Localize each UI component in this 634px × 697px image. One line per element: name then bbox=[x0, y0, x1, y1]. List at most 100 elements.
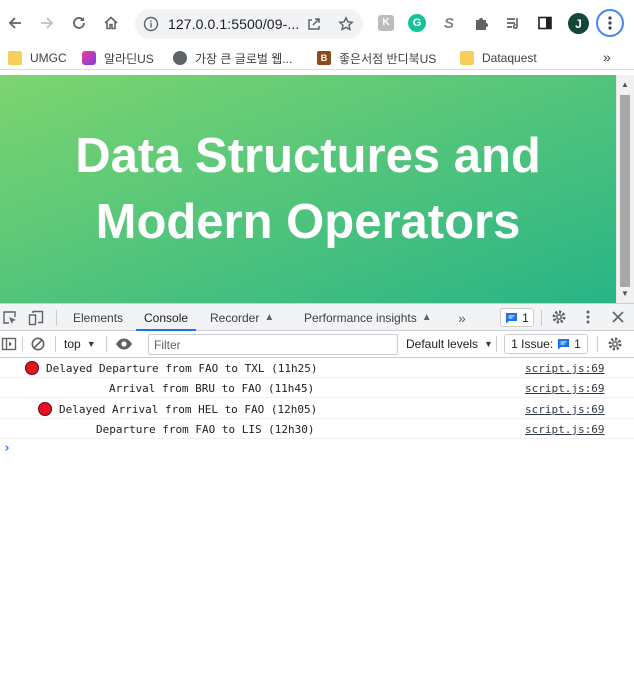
bookmark-label: UMGC bbox=[30, 51, 67, 65]
browser-menu-button[interactable] bbox=[596, 9, 624, 37]
log-source-link[interactable]: script.js:69 bbox=[525, 362, 604, 375]
tab-recorder[interactable]: Recorder ▲ bbox=[210, 304, 274, 331]
folder-icon bbox=[8, 51, 22, 65]
scroll-down-icon[interactable]: ▼ bbox=[620, 289, 630, 299]
tab-performance-label: Performance insights bbox=[304, 310, 417, 325]
reload-button[interactable] bbox=[65, 9, 93, 37]
divider bbox=[496, 336, 497, 352]
heading-line-2: Modern Operators bbox=[95, 195, 521, 249]
more-tabs-chevron-icon[interactable]: » bbox=[458, 304, 466, 331]
log-message: Arrival from BRU to FAO (11h45) bbox=[109, 382, 315, 395]
bookmark-global-web[interactable]: 가장 큰 글로벌 웹... bbox=[173, 49, 292, 67]
log-message: Delayed Arrival from HEL to FAO (12h05) bbox=[59, 403, 318, 416]
red-circle-icon bbox=[25, 361, 39, 375]
devtools-tab-bar: Elements Console Recorder ▲ Performance … bbox=[0, 303, 634, 331]
back-arrow-icon bbox=[8, 17, 21, 29]
issue-message-icon bbox=[558, 339, 570, 350]
console-settings-gear-icon[interactable] bbox=[607, 336, 623, 355]
side-panel-icon[interactable] bbox=[535, 13, 555, 33]
console-sidebar-toggle-icon[interactable] bbox=[1, 336, 17, 355]
back-button[interactable] bbox=[1, 9, 29, 37]
device-toolbar-icon[interactable] bbox=[28, 310, 44, 329]
tab-console[interactable]: Console bbox=[135, 304, 197, 331]
context-label: top bbox=[64, 337, 81, 351]
page-scrollbar-thumb[interactable] bbox=[620, 95, 630, 287]
puzzle-icon[interactable] bbox=[471, 13, 491, 33]
experiment-flask-icon: ▲ bbox=[421, 312, 432, 323]
dropdown-caret-icon: ▼ bbox=[484, 339, 493, 349]
bandi-icon: B bbox=[317, 51, 331, 65]
forward-arrow-icon bbox=[41, 17, 54, 29]
heading-line-1: Data Structures and bbox=[75, 129, 541, 183]
console-log-row[interactable]: Delayed Departure from FAO to TXL (11h25… bbox=[0, 358, 634, 378]
bookmark-aladin[interactable]: 알라딘US bbox=[82, 49, 154, 67]
forward-button[interactable] bbox=[33, 9, 61, 37]
message-count: 1 bbox=[522, 310, 529, 325]
message-icon bbox=[506, 312, 518, 323]
log-source-link[interactable]: script.js:69 bbox=[525, 423, 604, 436]
home-icon bbox=[104, 16, 118, 30]
devtools-close-icon[interactable] bbox=[611, 310, 625, 327]
site-info-icon[interactable] bbox=[143, 16, 159, 32]
page-viewport: Data Structures and Modern Operators ▲ ▼ bbox=[0, 75, 634, 303]
console-log-row[interactable]: Delayed Arrival from HEL to FAO (12h05) … bbox=[0, 399, 634, 419]
log-levels-label: Default levels bbox=[406, 337, 479, 351]
dropdown-caret-icon: ▼ bbox=[86, 339, 96, 349]
tab-performance-insights[interactable]: Performance insights ▲ bbox=[304, 304, 432, 331]
experiment-flask-icon: ▲ bbox=[264, 312, 275, 323]
bookmarks-overflow-icon[interactable]: » bbox=[603, 49, 611, 65]
divider bbox=[541, 310, 542, 326]
address-bar[interactable]: 127.0.0.1:5500/09-... bbox=[135, 9, 363, 39]
s-extension-icon[interactable]: S bbox=[439, 13, 459, 33]
scroll-up-icon[interactable]: ▲ bbox=[620, 80, 630, 90]
issues-label: 1 Issue: bbox=[511, 337, 554, 351]
clear-console-icon[interactable] bbox=[30, 336, 46, 355]
bookmark-label: 좋은서점 반디북US bbox=[339, 51, 437, 66]
bookmark-label: Dataquest bbox=[482, 51, 537, 65]
log-levels-dropdown[interactable]: Default levels ▼ bbox=[406, 337, 493, 351]
devtools-settings-gear-icon[interactable] bbox=[551, 309, 567, 328]
context-selector[interactable]: top ▼ bbox=[64, 337, 96, 351]
bookmarks-bar: UMGC 알라딘US 가장 큰 글로벌 웹... B 좋은서점 반디북US Da… bbox=[0, 46, 634, 70]
issues-badge[interactable]: 1 Issue: 1 bbox=[504, 334, 588, 354]
bookmark-label: 가장 큰 글로벌 웹... bbox=[195, 51, 293, 66]
bookmark-bandi[interactable]: B 좋은서점 반디북US bbox=[317, 49, 436, 67]
inspect-element-icon[interactable] bbox=[2, 310, 18, 329]
messages-badge[interactable]: 1 bbox=[500, 308, 534, 327]
globe-icon bbox=[173, 51, 187, 65]
live-expression-eye-icon[interactable] bbox=[115, 336, 133, 355]
console-toolbar: top ▼ Default levels ▼ 1 Issue: 1 bbox=[0, 331, 634, 358]
red-circle-icon bbox=[38, 402, 52, 416]
bookmark-label: 알라딘US bbox=[104, 51, 154, 66]
tab-recorder-label: Recorder bbox=[210, 310, 260, 325]
console-log-row[interactable]: Arrival from BRU to FAO (11h45) script.j… bbox=[0, 378, 634, 398]
hero-banner: Data Structures and Modern Operators bbox=[0, 75, 616, 303]
console-prompt-chevron-icon[interactable]: › bbox=[3, 441, 11, 456]
divider bbox=[56, 310, 57, 326]
browser-toolbar: 127.0.0.1:5500/09-... K G S J bbox=[0, 0, 634, 46]
aladin-icon bbox=[82, 51, 96, 65]
profile-avatar[interactable]: J bbox=[568, 13, 589, 34]
bookmark-umgc[interactable]: UMGC bbox=[8, 49, 67, 67]
bookmark-star-icon[interactable] bbox=[337, 15, 355, 33]
more-vertical-icon bbox=[608, 16, 612, 30]
divider bbox=[22, 336, 23, 352]
grammarly-icon[interactable]: G bbox=[407, 13, 427, 33]
bookmark-dataquest[interactable]: Dataquest bbox=[460, 49, 537, 67]
divider bbox=[55, 336, 56, 352]
home-button[interactable] bbox=[97, 9, 125, 37]
console-filter-input[interactable] bbox=[148, 334, 398, 355]
reload-icon bbox=[73, 17, 85, 29]
url-text: 127.0.0.1:5500/09-... bbox=[168, 16, 300, 32]
page-heading: Data Structures and Modern Operators bbox=[48, 123, 568, 255]
log-source-link[interactable]: script.js:69 bbox=[525, 382, 604, 395]
keep-icon[interactable]: K bbox=[376, 13, 396, 33]
tab-elements[interactable]: Elements bbox=[73, 304, 123, 331]
reading-list-icon[interactable] bbox=[503, 13, 523, 33]
divider bbox=[597, 336, 598, 352]
log-message: Delayed Departure from FAO to TXL (11h25… bbox=[46, 362, 318, 375]
share-icon[interactable] bbox=[305, 15, 323, 33]
console-log-row[interactable]: Departure from FAO to LIS (12h30) script… bbox=[0, 419, 634, 439]
devtools-more-vertical-icon[interactable] bbox=[586, 310, 590, 327]
log-source-link[interactable]: script.js:69 bbox=[525, 403, 604, 416]
